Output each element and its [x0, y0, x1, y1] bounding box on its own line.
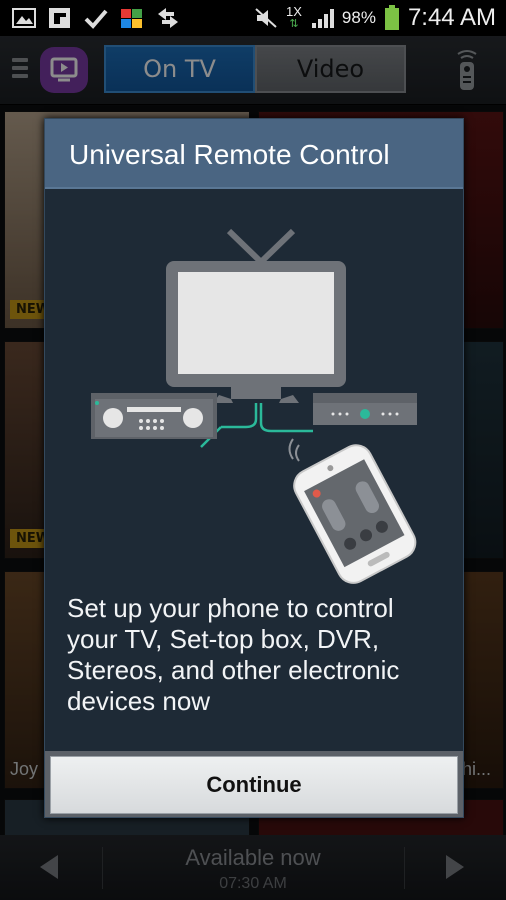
status-bar: 1X ⇅ 98% 7:44 AM: [0, 0, 506, 36]
settop-box-icon: [313, 393, 417, 425]
battery-percent: 98%: [341, 8, 376, 27]
continue-button[interactable]: Continue: [50, 756, 458, 814]
dialog-title: Universal Remote Control: [69, 139, 390, 170]
dialog-header: Universal Remote Control: [45, 119, 463, 189]
dialog-message: Set up your phone to control your TV, Se…: [67, 593, 400, 716]
clock: 7:44 AM: [407, 4, 496, 31]
check-icon: [84, 7, 108, 29]
stereo-icon: [91, 393, 217, 439]
universal-remote-dialog: Universal Remote Control Set up your pho…: [44, 118, 464, 818]
gallery-icon: [12, 7, 36, 29]
phone-icon: [293, 444, 417, 584]
dialog-footer: Continue: [45, 751, 463, 817]
store-icon: [120, 7, 144, 29]
battery-icon: [384, 5, 400, 31]
flipboard-icon: [48, 7, 72, 29]
network-type: 1X ⇅: [286, 4, 302, 30]
signal-icon: [310, 7, 334, 29]
devices-illustration: [81, 227, 421, 587]
mute-icon: [254, 7, 278, 29]
sync-icon: [156, 7, 180, 29]
